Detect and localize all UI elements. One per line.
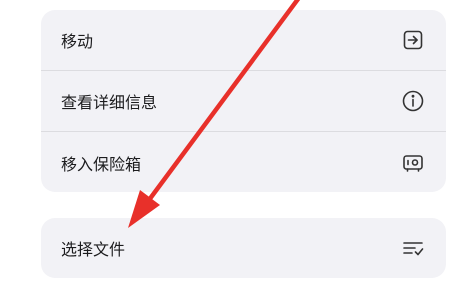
menu-item-select-files[interactable]: 选择文件 xyxy=(41,218,446,278)
menu-item-move-to-safe-label: 移入保险箱 xyxy=(61,154,142,174)
menu-item-view-details[interactable]: 查看详细信息 xyxy=(41,71,446,132)
safe-icon xyxy=(400,150,426,176)
menu-item-view-details-label: 查看详细信息 xyxy=(61,93,158,112)
checklist-icon xyxy=(400,235,426,261)
menu-item-move-to-safe[interactable]: 移入保险箱 xyxy=(41,132,446,192)
context-menu-group: 移动 查看详细信息 移入保险箱 xyxy=(41,10,446,192)
info-icon xyxy=(400,88,426,114)
move-to-icon xyxy=(400,27,426,53)
menu-item-select-files-label: 选择文件 xyxy=(61,240,126,259)
menu-item-move[interactable]: 移动 xyxy=(41,10,446,71)
select-files-group: 选择文件 xyxy=(41,218,446,278)
menu-item-move-label: 移动 xyxy=(61,32,94,51)
